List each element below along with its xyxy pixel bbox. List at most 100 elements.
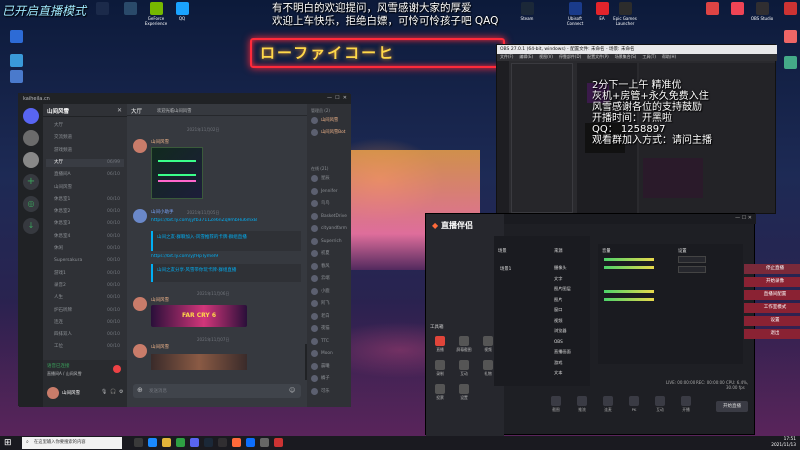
taskbar-app-icon[interactable] xyxy=(260,438,269,447)
tool-item[interactable]: 直播 xyxy=(430,336,450,353)
link-embed[interactable]: 山间之友分享·风雪带你玩卡牌·群组直播 xyxy=(151,264,301,282)
home-server-icon[interactable] xyxy=(23,108,39,124)
member-item[interactable]: 星辰 xyxy=(311,174,349,183)
channel-item[interactable]: 直播间A 06/10 xyxy=(46,171,124,179)
close-icon[interactable]: ✕ xyxy=(117,107,122,114)
setting-field[interactable] xyxy=(678,266,706,273)
tool-item[interactable]: 互动 xyxy=(454,360,474,377)
channel-item[interactable]: 人生 00/10 xyxy=(46,294,124,302)
disconnect-button[interactable] xyxy=(113,365,121,373)
member-item[interactable]: 鸟鸟 xyxy=(311,199,349,208)
server-icon[interactable] xyxy=(23,152,39,168)
channel-item[interactable]: 四排双人 00/10 xyxy=(46,331,124,339)
tool-item[interactable]: 投票 xyxy=(430,384,450,401)
desktop-icon-ubisoft[interactable]: Ubisoft Connect xyxy=(563,2,587,26)
source-item[interactable]: 文本 xyxy=(546,369,616,376)
member-item[interactable]: 小鹿 xyxy=(311,287,349,296)
desktop-icon-obs[interactable]: OBS Studio xyxy=(750,2,774,21)
taskview-icon[interactable] xyxy=(134,438,143,447)
obs-menu-item[interactable]: 场景集合(S) xyxy=(615,54,637,59)
desktop-icon-steam[interactable]: Steam xyxy=(515,2,539,21)
member-item[interactable]: 橘子 xyxy=(311,374,349,383)
member-item[interactable]: 老白 xyxy=(311,312,349,321)
member-item[interactable]: Superrich xyxy=(311,237,349,246)
taskbar-clock[interactable]: 17:51 2021/11/13 xyxy=(771,437,796,449)
start-live-button[interactable]: 开始直播 xyxy=(716,401,748,412)
windows-start-icon[interactable]: ⊞ xyxy=(4,438,14,448)
desktop-icon[interactable] xyxy=(778,2,800,16)
bottom-tool[interactable]: PK xyxy=(624,396,644,412)
member-item[interactable]: cityandfarm xyxy=(311,224,349,233)
bottom-tool[interactable]: 截图 xyxy=(546,396,566,413)
channel-item[interactable]: 休闲 00/10 xyxy=(46,245,124,253)
channel-item[interactable]: 炉石听牌 00/10 xyxy=(46,307,124,315)
desktop-icon[interactable] xyxy=(118,2,142,16)
channel-item[interactable]: 大厅 xyxy=(46,122,124,130)
emoji-icon[interactable]: ☺ xyxy=(289,387,295,394)
member-item[interactable]: 晨曦 xyxy=(311,362,349,371)
bottom-tool[interactable]: 互动 xyxy=(650,396,670,413)
message-link[interactable]: https://bit.ly.com/jyfb3711Ze6nZq9mbHu6m… xyxy=(151,218,301,223)
channel-item[interactable]: 游戏1 00/10 xyxy=(46,270,124,278)
taskbar-app-icon[interactable] xyxy=(190,438,199,447)
link-embed[interactable]: 山间之友·群聊加入·风雪推荐的卡牌·群组直播 xyxy=(151,231,301,251)
obs-menu-item[interactable]: 工具(T) xyxy=(642,54,656,59)
member-item[interactable]: 初夏 xyxy=(311,249,349,258)
embed-title[interactable]: 山间之友·群聊加入·风雪推荐的卡牌·群组直播 xyxy=(153,231,301,243)
channel-item[interactable]: 交流频道 xyxy=(46,134,124,142)
message-author[interactable]: 山间风雪 xyxy=(151,297,169,303)
headphones-icon[interactable]: 🎧 xyxy=(110,389,116,395)
channel-item[interactable]: 休息室2 00/10 xyxy=(46,208,124,216)
avatar[interactable] xyxy=(133,139,147,153)
desktop-icon-ea[interactable]: EA xyxy=(590,2,614,21)
avatar[interactable] xyxy=(47,387,59,399)
desktop-icon[interactable] xyxy=(778,56,800,70)
desktop-icon[interactable] xyxy=(4,30,28,44)
server-name[interactable]: 山间风雪 xyxy=(47,107,69,115)
avatar[interactable] xyxy=(133,209,147,223)
member-item[interactable]: BasketDrive xyxy=(311,212,349,221)
desktop-icon-epic[interactable]: Epic Games Launcher xyxy=(613,2,637,26)
tool-item[interactable]: 设置 xyxy=(454,384,474,401)
tool-item[interactable]: 屏幕截图 xyxy=(454,336,474,353)
desktop-icon[interactable] xyxy=(90,2,114,16)
desktop-icon[interactable] xyxy=(4,54,28,68)
channel-item[interactable]: 休息室4 00/10 xyxy=(46,233,124,241)
desktop-icon[interactable] xyxy=(725,2,749,16)
channel-item[interactable]: 山间风雪 xyxy=(46,184,124,192)
add-server-icon[interactable]: + xyxy=(23,174,39,190)
desktop-icon-qq[interactable]: QQ xyxy=(170,2,194,21)
taskbar-app-icon[interactable] xyxy=(218,438,227,447)
obs-menu-item[interactable]: 视图(V) xyxy=(539,54,553,59)
side-menu-button[interactable]: 工作室模式 xyxy=(744,303,800,313)
desktop-icon-geforce[interactable]: GeForce Experience xyxy=(144,2,168,26)
channel-item[interactable]: 工位 00/10 xyxy=(46,343,124,351)
taskbar-app-icon[interactable] xyxy=(148,438,157,447)
member-item[interactable]: Moon xyxy=(311,349,349,358)
mic-icon[interactable]: 🎙 xyxy=(101,389,107,395)
member-item[interactable]: 山间风雪 xyxy=(311,116,349,125)
avatar[interactable] xyxy=(133,297,147,311)
bottom-tool[interactable]: 连麦 xyxy=(598,396,618,413)
channel-item[interactable]: 大厅 06/99 xyxy=(46,158,124,167)
obs-menu-item[interactable]: 帮助(H) xyxy=(662,54,676,59)
window-controls[interactable]: — ☐ ✕ xyxy=(735,215,752,221)
desktop-icon[interactable] xyxy=(778,30,800,44)
scene-item[interactable]: 场景1 xyxy=(500,266,511,272)
message-link[interactable]: https://bit.ly.com/yjfHpTymeI9 xyxy=(151,254,301,259)
embed-title[interactable]: 山间之友分享·风雪带你玩卡牌·群组直播 xyxy=(153,264,301,276)
side-menu-button[interactable]: 退出 xyxy=(744,329,800,339)
setting-field[interactable] xyxy=(678,256,706,263)
obs-menu-item[interactable]: 停靠部件(D) xyxy=(559,54,581,59)
desktop-icon[interactable] xyxy=(4,70,28,84)
window-controls[interactable]: — ☐ ✕ xyxy=(327,95,347,101)
desktop-icon[interactable] xyxy=(700,2,724,16)
taskbar-app-icon[interactable] xyxy=(204,438,213,447)
message-author[interactable]: 山间小助手 xyxy=(151,209,174,215)
side-menu-button[interactable]: 设置 xyxy=(744,316,800,326)
message-author[interactable]: 山间风雪 xyxy=(151,344,169,350)
side-menu-button[interactable]: 开始录像 xyxy=(744,277,800,287)
member-item[interactable]: 可乐 xyxy=(311,387,349,396)
taskbar-app-icon[interactable] xyxy=(274,438,283,447)
avatar[interactable] xyxy=(133,344,147,358)
